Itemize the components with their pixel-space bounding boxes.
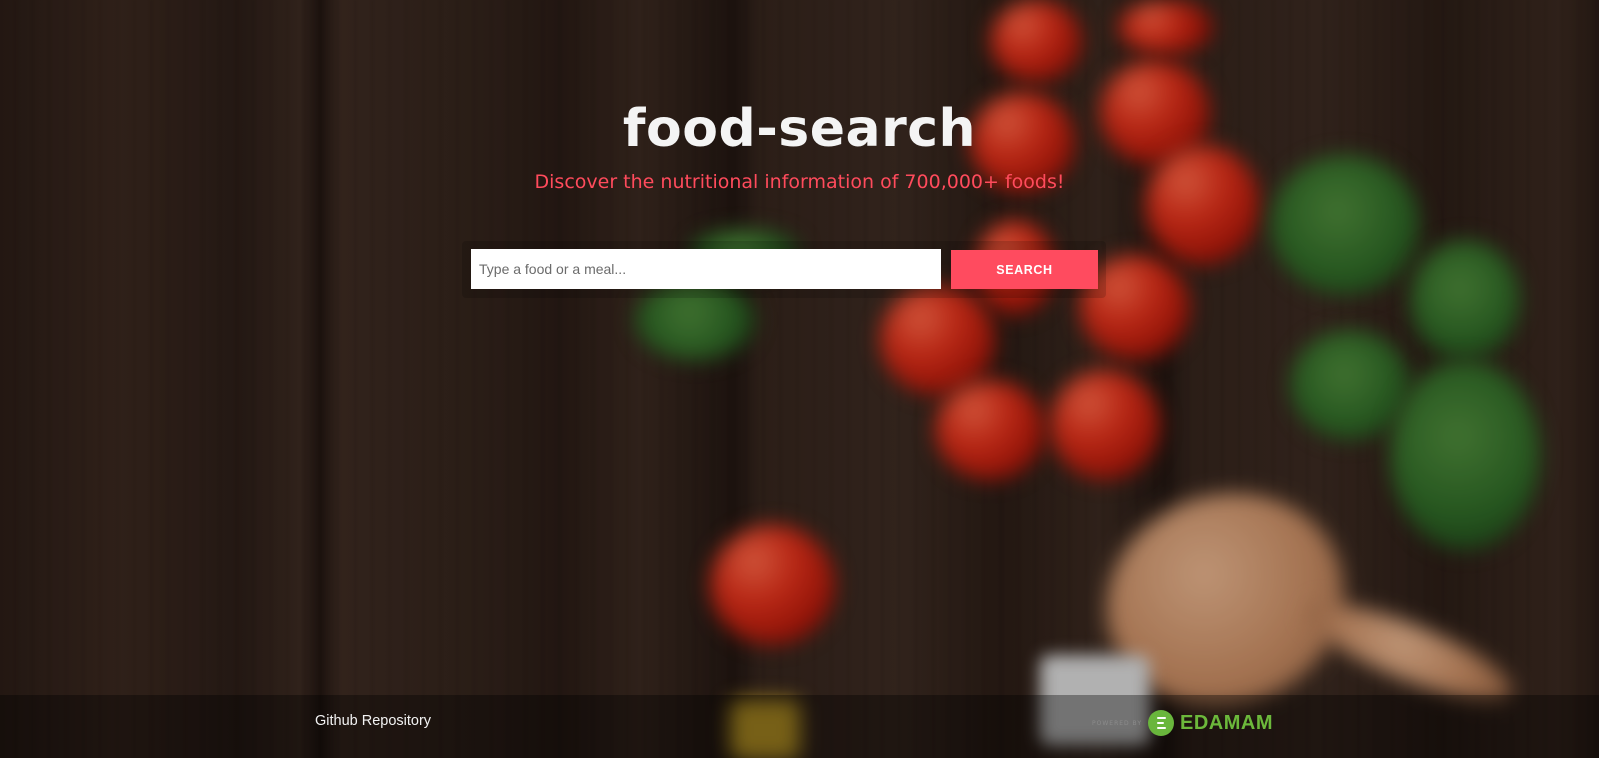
github-repository-link[interactable]: Github Repository — [315, 713, 431, 729]
search-input[interactable] — [471, 249, 941, 289]
search-bar: SEARCH — [462, 241, 1106, 298]
page-subtitle: Discover the nutritional information of … — [534, 170, 1065, 193]
edamam-logo-text: EDAMAM — [1180, 711, 1274, 734]
footer: Github Repository POWERED BY EDAMAM — [0, 695, 1599, 758]
edamam-logo-icon — [1148, 710, 1175, 736]
page-title: food-search — [622, 99, 977, 159]
powered-by-badge[interactable]: POWERED BY EDAMAM — [1092, 710, 1273, 736]
search-button[interactable]: SEARCH — [951, 250, 1098, 289]
edamam-logo: EDAMAM — [1148, 710, 1273, 736]
powered-by-label: POWERED BY — [1092, 719, 1143, 727]
hero-section: food-search Discover the nutritional inf… — [0, 102, 1599, 193]
